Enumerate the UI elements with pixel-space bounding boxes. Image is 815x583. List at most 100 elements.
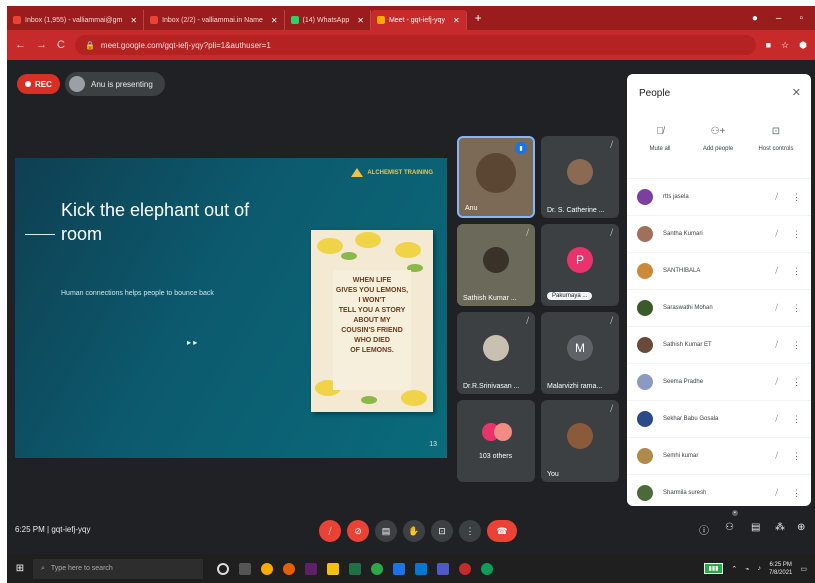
close-icon[interactable]: ✕ xyxy=(792,86,801,99)
mic-off-icon[interactable]: ⧸ xyxy=(775,192,778,202)
host-controls-icon[interactable]: ⊕ xyxy=(797,522,805,533)
chat-icon[interactable]: ▤ xyxy=(751,522,760,533)
star-icon[interactable]: ☆ xyxy=(781,40,789,51)
more-options-icon[interactable]: ⋮ xyxy=(792,451,801,462)
mic-off-icon[interactable]: ⧸ xyxy=(775,377,778,387)
participant-tile[interactable]: P ⧸ Pakurnaya ... xyxy=(541,224,619,306)
network-icon[interactable]: ⌁ xyxy=(745,565,749,573)
host-controls-icon: ⊡ xyxy=(771,126,781,137)
people-icon[interactable]: ⚇ xyxy=(725,522,734,533)
back-button[interactable]: ← xyxy=(15,39,26,51)
slack-icon[interactable] xyxy=(305,562,317,575)
notifications-icon[interactable]: ▭ xyxy=(800,565,807,573)
mute-all-button[interactable]: 🎙̸ Mute all xyxy=(635,126,685,152)
reload-button[interactable]: C xyxy=(57,39,65,51)
close-tab-icon[interactable]: ✕ xyxy=(271,16,278,25)
participant-tile[interactable]: ⧸ Dr.R.Srinivasan ... xyxy=(457,312,535,394)
excel-icon[interactable] xyxy=(349,562,361,575)
taskbar-search[interactable]: ⌕ Type here to search xyxy=(33,558,203,579)
participant-tile[interactable]: ⧸ Dr. S. Catherine ... xyxy=(541,136,619,218)
list-item[interactable]: SANTHIBALA ⧸ ⋮ xyxy=(627,252,811,289)
edge-icon[interactable] xyxy=(481,562,493,575)
browser-tab-active[interactable]: Meet - gqt-iefj-yqy ✕ xyxy=(370,10,467,30)
browser-tab[interactable]: (14) WhatsApp ✕ xyxy=(285,10,371,30)
list-item[interactable]: Sathish Kumar ET ⧸ ⋮ xyxy=(627,326,811,363)
list-item[interactable]: rtts jasela ⧸ ⋮ xyxy=(627,178,811,215)
person-name: SANTHIBALA xyxy=(663,268,701,274)
notes-icon[interactable] xyxy=(327,562,339,575)
windows-start-icon[interactable]: ⊞ xyxy=(7,563,33,574)
participant-tile[interactable]: ▮ Anu xyxy=(457,136,535,218)
cortana-icon[interactable] xyxy=(217,562,229,575)
chrome-active-icon[interactable] xyxy=(459,562,471,575)
meet-area: REC Anu is presenting ALCHEMIST TRAINING… xyxy=(7,60,815,554)
avatar xyxy=(637,374,653,390)
more-options-icon[interactable]: ⋮ xyxy=(792,414,801,425)
mic-off-icon[interactable]: ⧸ xyxy=(775,229,778,239)
close-tab-icon[interactable]: ✕ xyxy=(453,16,460,25)
camera-toggle-button[interactable]: ⊘ xyxy=(347,520,369,542)
camera-icon[interactable]: ■ xyxy=(766,40,771,50)
mic-off-icon[interactable]: ⧸ xyxy=(775,303,778,313)
battery-icon[interactable]: ▮▮▮ xyxy=(703,563,724,574)
participant-tile[interactable]: ⧸ Sathish Kumar ... xyxy=(457,224,535,306)
list-item[interactable]: Sharmila suresh ⧸ ⋮ xyxy=(627,474,811,506)
mic-off-icon[interactable]: ⧸ xyxy=(775,340,778,350)
teams-icon[interactable] xyxy=(437,562,449,575)
info-icon[interactable]: ⓘ xyxy=(699,522,709,537)
list-item[interactable]: Semhi kumar ⧸ ⋮ xyxy=(627,437,811,474)
participant-tile[interactable]: M ⧸ Malarvizhi rama... xyxy=(541,312,619,394)
activities-icon[interactable]: ⁂ xyxy=(775,522,785,533)
mic-off-icon[interactable]: ⧸ xyxy=(775,266,778,276)
close-tab-icon[interactable]: ✕ xyxy=(357,16,364,25)
mic-off-icon[interactable]: ⧸ xyxy=(775,488,778,498)
list-item[interactable]: Saraswathi Mohan ⧸ ⋮ xyxy=(627,289,811,326)
add-people-button[interactable]: ⚇+ Add people xyxy=(693,126,743,152)
maximize-icon[interactable]: ▫ xyxy=(799,13,803,24)
mic-off-icon[interactable]: ⧸ xyxy=(775,414,778,424)
chevron-up-icon[interactable]: ⌃ xyxy=(731,565,737,573)
participant-tile-self[interactable]: ⧸ You xyxy=(541,400,619,482)
extension-icon[interactable]: ⬢ xyxy=(799,40,807,51)
more-options-icon[interactable]: ⋮ xyxy=(792,488,801,499)
host-controls-button[interactable]: ⊡ Host controls xyxy=(751,126,801,152)
list-item[interactable]: Santha Kumari ⧸ ⋮ xyxy=(627,215,811,252)
leave-call-button[interactable]: ☎ xyxy=(487,520,517,542)
chrome-icon[interactable] xyxy=(261,562,273,575)
browser-tab[interactable]: Inbox (2/2) - valliammai.in Name ✕ xyxy=(144,10,285,30)
new-tab-button[interactable]: + xyxy=(467,11,490,25)
captions-button[interactable]: ▤ xyxy=(375,520,397,542)
participant-tile[interactable]: 103 others xyxy=(457,400,535,482)
taskbar-clock[interactable]: 6:25 PM 7/8/2021 xyxy=(769,561,792,577)
minimize-icon[interactable]: – xyxy=(776,13,782,24)
mic-toggle-button[interactable]: ⧸ xyxy=(319,520,341,542)
more-options-icon[interactable]: ⋮ xyxy=(792,377,801,388)
close-tab-icon[interactable]: ✕ xyxy=(130,16,137,25)
url-field[interactable]: 🔒 meet.google.com/gqt-iefj-yqy?pli=1&aut… xyxy=(74,35,756,55)
more-options-icon[interactable]: ⋮ xyxy=(792,229,801,240)
people-panel: People ✕ 🎙̸ Mute all ⚇+ Add people ⊡ Hos… xyxy=(627,74,811,506)
more-options-button[interactable]: ⋮ xyxy=(459,520,481,542)
participant-video xyxy=(567,423,593,449)
present-button[interactable]: ⊡ xyxy=(431,520,453,542)
browser-tab[interactable]: Inbox (1,955) - valliammai@gm ✕ xyxy=(7,10,145,30)
photos-icon[interactable] xyxy=(393,562,405,575)
outlook-icon[interactable] xyxy=(415,562,427,575)
more-options-icon[interactable]: ⋮ xyxy=(792,340,801,351)
taskbar-time: 6:25 PM xyxy=(769,561,792,568)
list-item[interactable]: Sekhar Babu Gosala ⧸ ⋮ xyxy=(627,400,811,437)
more-options-icon[interactable]: ⋮ xyxy=(792,303,801,314)
list-item[interactable]: Seema Pradhe ⧸ ⋮ xyxy=(627,363,811,400)
mic-off-icon[interactable]: ⧸ xyxy=(775,451,778,461)
more-options-icon[interactable]: ⋮ xyxy=(792,266,801,277)
more-options-icon[interactable]: ⋮ xyxy=(792,192,801,203)
firefox-icon[interactable] xyxy=(283,562,295,575)
app-icon[interactable] xyxy=(371,562,383,575)
volume-icon[interactable]: ♪ xyxy=(758,565,762,572)
card-text: WHEN LIFE GIVES YOU LEMONS, I WON'T TELL… xyxy=(333,270,411,390)
raise-hand-button[interactable]: ✋ xyxy=(403,520,425,542)
task-view-icon[interactable] xyxy=(239,562,251,575)
forward-button[interactable]: → xyxy=(36,39,47,51)
presenting-chip[interactable]: Anu is presenting xyxy=(65,72,165,96)
profile-icon[interactable]: ● xyxy=(752,13,758,24)
